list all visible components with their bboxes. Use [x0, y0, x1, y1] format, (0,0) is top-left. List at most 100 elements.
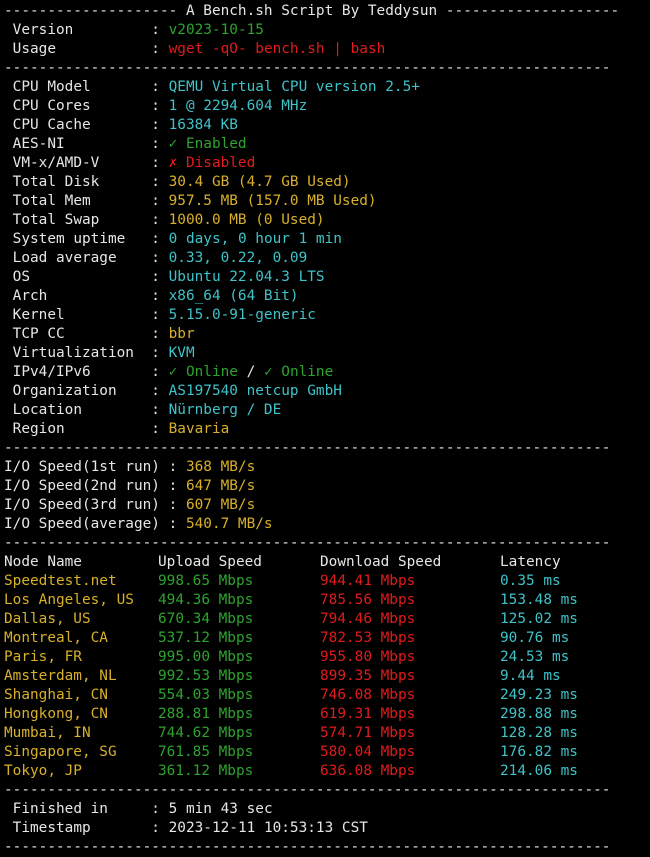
separator-colon: :	[99, 212, 169, 228]
latency: 298.88 ms	[500, 706, 578, 722]
info-label: System uptime	[12, 231, 126, 247]
table-row: Hongkong, CN 288.81 Mbps 619.31 Mbps 298.88…	[4, 705, 646, 724]
io-label: I/O Speed(average)	[4, 516, 160, 532]
separator-colon: :	[90, 364, 169, 380]
info-row: Virtualization : KVM	[4, 344, 646, 363]
table-row: Montreal, CA 537.12 Mbps 782.53 Mbps 90.76 …	[4, 629, 646, 648]
divider: ----------------------------------------…	[4, 60, 611, 76]
latency: 0.35 ms	[500, 573, 561, 589]
info-value: ✓ Enabled	[168, 136, 247, 152]
separator-colon: :	[90, 79, 169, 95]
info-row: Total Disk : 30.4 GB (4.7 GB Used)	[4, 173, 646, 192]
separator-colon: :	[73, 22, 169, 38]
info-value: 30.4 GB (4.7 GB Used)	[168, 174, 351, 190]
io-speed-section: I/O Speed(1st run) : 368 MB/s I/O Speed(2…	[4, 458, 646, 534]
info-value: ✗ Disabled	[168, 155, 256, 171]
info-value: 5 min 43 sec	[168, 801, 273, 817]
separator-colon: :	[64, 326, 169, 342]
header-node-name: Node Name	[4, 554, 82, 570]
separator-colon: :	[81, 402, 169, 418]
download-speed: 899.35 Mbps	[320, 668, 416, 684]
download-speed: 636.08 Mbps	[320, 763, 416, 779]
info-value: AS197540 netcup GmbH	[168, 383, 342, 399]
info-row: System uptime : 0 days, 0 hour 1 min	[4, 230, 646, 249]
info-value: 0 days, 0 hour 1 min	[168, 231, 342, 247]
node-name: Los Angeles, US	[4, 592, 134, 608]
divider: ----------------------------------------…	[4, 782, 611, 798]
info-label: Location	[12, 402, 82, 418]
separator-colon: :	[30, 269, 169, 285]
info-row: Kernel : 5.15.0-91-generic	[4, 306, 646, 325]
info-label: AES-NI	[12, 136, 65, 152]
separator-colon: :	[159, 516, 186, 532]
info-row: Location : Nürnberg / DE	[4, 401, 646, 420]
latency: 9.44 ms	[500, 668, 561, 684]
io-label: I/O Speed(2nd run)	[4, 478, 160, 494]
system-info-section: CPU Model : QEMU Virtual CPU version 2.5…	[4, 78, 646, 363]
info-label: Finished in	[12, 801, 108, 817]
node-name: Montreal, CA	[4, 630, 108, 646]
separator-colon: :	[159, 497, 186, 513]
info-value: 2023-12-11 10:53:13 CST	[168, 820, 368, 836]
download-speed: 785.56 Mbps	[320, 592, 416, 608]
footer-row-finished: Finished in : 5 min 43 sec	[4, 800, 646, 819]
info-value: KVM	[168, 345, 195, 361]
info-label: Version	[12, 22, 74, 38]
node-name: Mumbai, IN	[4, 725, 91, 741]
table-row: Los Angeles, US 494.36 Mbps 785.56 Mbps 153…	[4, 591, 646, 610]
info-value: 0.33, 0.22, 0.09	[168, 250, 308, 266]
separator-colon: :	[99, 155, 169, 171]
separator-colon: :	[159, 478, 186, 494]
separator-colon: :	[90, 193, 169, 209]
io-label: I/O Speed(3rd run)	[4, 497, 160, 513]
info-value: 1000.0 MB (0 Used)	[168, 212, 325, 228]
node-name: Singapore, SG	[4, 744, 117, 760]
io-row: I/O Speed(average) : 540.7 MB/s	[4, 515, 646, 534]
speed-table: Speedtest.net 998.65 Mbps 944.41 Mbps 0.35 …	[4, 572, 646, 781]
info-value: Nürnberg / DE	[168, 402, 282, 418]
info-row: CPU Cores : 1 @ 2294.604 MHz	[4, 97, 646, 116]
download-speed: 782.53 Mbps	[320, 630, 416, 646]
latency: 125.02 ms	[500, 611, 578, 627]
info-value: Bavaria	[168, 421, 230, 437]
download-speed: 955.80 Mbps	[320, 649, 416, 665]
table-row: Singapore, SG 761.85 Mbps 580.04 Mbps 176.8…	[4, 743, 646, 762]
table-row: Mumbai, IN 744.62 Mbps 574.71 Mbps 128.28 m…	[4, 724, 646, 743]
separator-colon: :	[90, 117, 169, 133]
separator-colon: :	[64, 421, 169, 437]
latency: 214.06 ms	[500, 763, 578, 779]
info-label: Kernel	[12, 307, 65, 323]
info-row: CPU Cache : 16384 KB	[4, 116, 646, 135]
table-row: Dallas, US 670.34 Mbps 794.46 Mbps 125.02 m…	[4, 610, 646, 629]
separator-colon: :	[47, 288, 169, 304]
divider: --------------------	[4, 3, 186, 19]
info-label: VM-x/AMD-V	[12, 155, 100, 171]
io-row: I/O Speed(1st run) : 368 MB/s	[4, 458, 646, 477]
info-row: OS : Ubuntu 22.04.3 LTS	[4, 268, 646, 287]
latency: 128.28 ms	[500, 725, 578, 741]
info-label: CPU Cores	[12, 98, 91, 114]
download-speed: 580.04 Mbps	[320, 744, 416, 760]
separator-colon: :	[64, 136, 169, 152]
info-row-usage: Usage : wget -qO- bench.sh | bash	[4, 40, 646, 59]
header-latency: Latency	[500, 554, 561, 570]
upload-speed: 761.85 Mbps	[158, 744, 254, 760]
upload-speed: 361.12 Mbps	[158, 763, 254, 779]
separator-colon: :	[125, 231, 169, 247]
download-speed: 746.08 Mbps	[320, 687, 416, 703]
info-value: 5.15.0-91-generic	[168, 307, 316, 323]
upload-speed: 537.12 Mbps	[158, 630, 254, 646]
download-speed: 574.71 Mbps	[320, 725, 416, 741]
io-row: I/O Speed(2nd run) : 647 MB/s	[4, 477, 646, 496]
header-line: -------------------- A Bench.sh Script B…	[4, 2, 646, 21]
info-row: Arch : x86_64 (64 Bit)	[4, 287, 646, 306]
ipv6-status: ✓ Online	[263, 364, 334, 380]
download-speed: 794.46 Mbps	[320, 611, 416, 627]
separator-colon: :	[159, 459, 186, 475]
upload-speed: 554.03 Mbps	[158, 687, 254, 703]
separator-colon: :	[133, 345, 169, 361]
info-value: wget -qO- bench.sh | bash	[168, 41, 386, 57]
io-label: I/O Speed(1st run)	[4, 459, 160, 475]
node-name: Dallas, US	[4, 611, 91, 627]
info-label: Total Mem	[12, 193, 91, 209]
